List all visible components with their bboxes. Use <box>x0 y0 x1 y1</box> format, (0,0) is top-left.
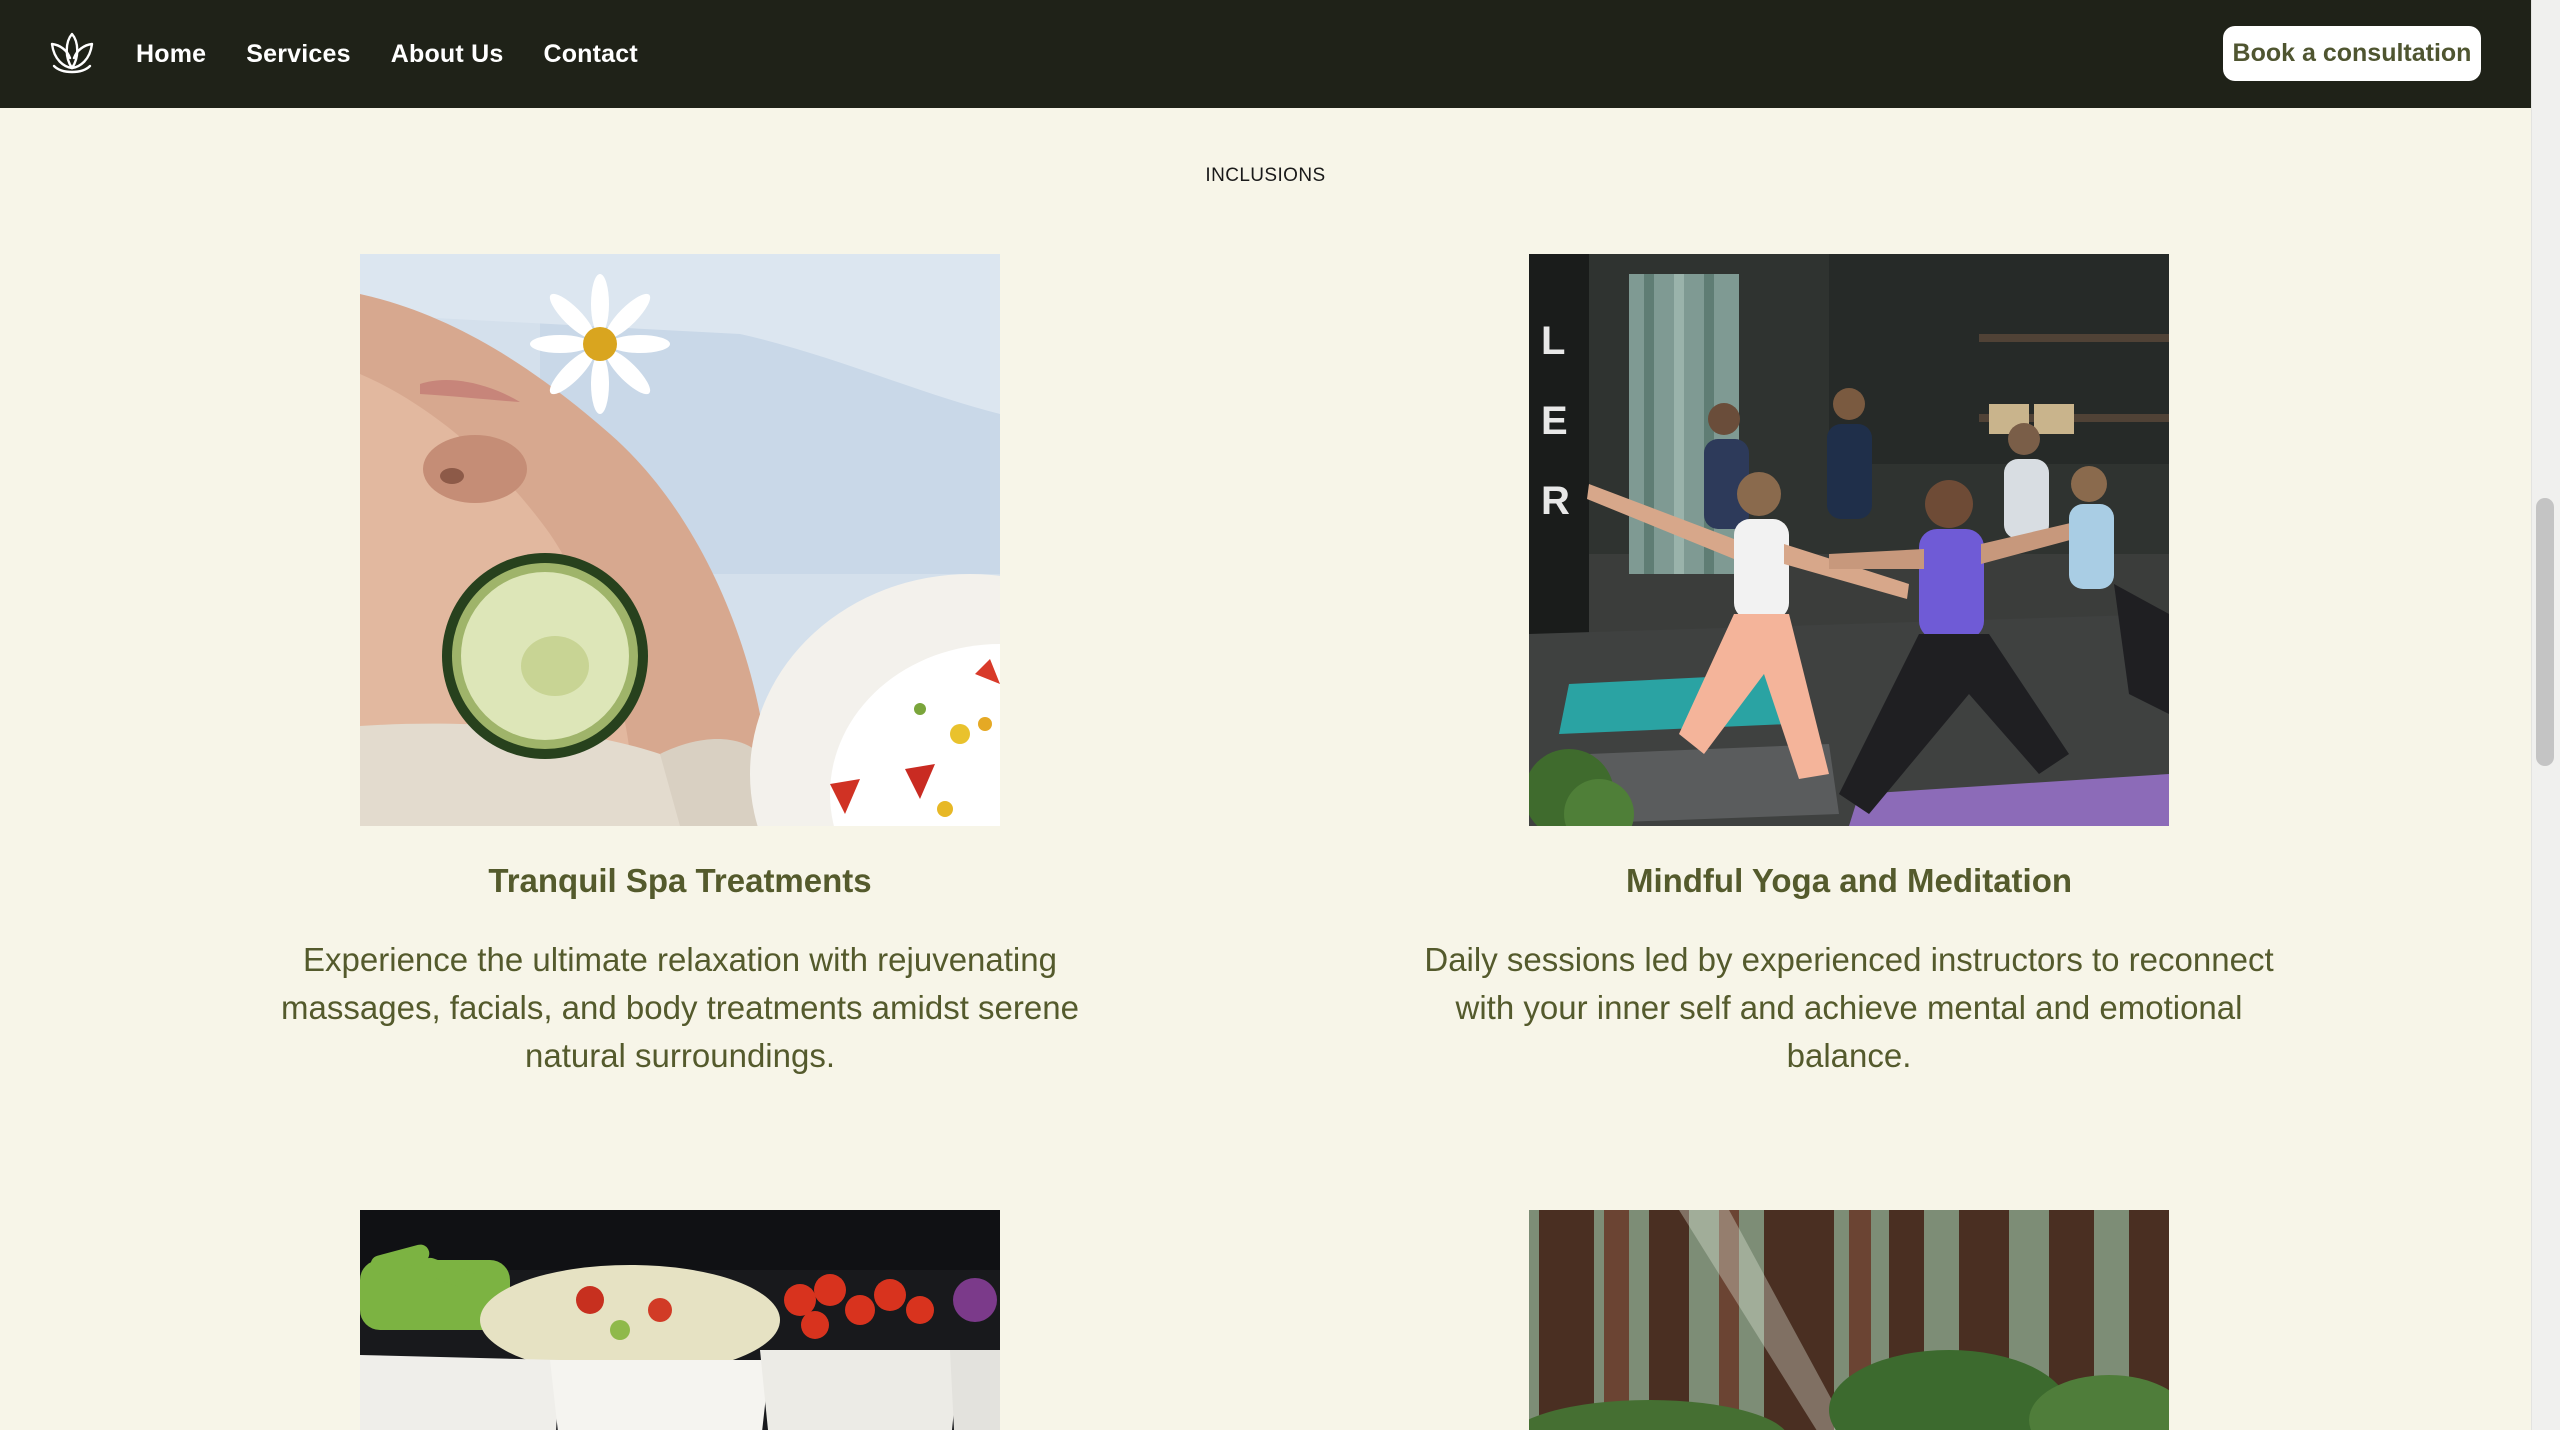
nav-home-link[interactable]: Home <box>136 40 206 69</box>
svg-text:R: R <box>1541 479 1570 523</box>
section-label: INCLUSIONS <box>1205 165 1326 186</box>
card-healthy-food <box>230 1210 1130 1430</box>
card-title: Tranquil Spa Treatments <box>488 862 872 899</box>
svg-text:E: E <box>1541 399 1568 443</box>
nav-contact-link[interactable]: Contact <box>543 40 637 69</box>
page: Home Services About Us Contact Book a co… <box>0 0 2560 1430</box>
card-title: Mindful Yoga and Meditation <box>1625 862 2073 899</box>
svg-text:L: L <box>1541 319 1565 363</box>
nav-about-link[interactable]: About Us <box>391 40 504 69</box>
main-nav: Home Services About Us Contact <box>136 0 638 108</box>
top-navbar: Home Services About Us Contact Book a co… <box>0 0 2531 108</box>
card-description: Daily sessions led by experienced instru… <box>1424 941 2274 1074</box>
lotus-icon[interactable] <box>46 28 98 80</box>
salad-bowls-photo <box>360 1210 1000 1430</box>
book-consultation-button[interactable]: Book a consultation <box>2223 26 2481 81</box>
spa-face-photo <box>360 254 1000 826</box>
card-description: Experience the ultimate relaxation with … <box>281 941 1079 1074</box>
redwood-forest-photo <box>1529 1210 2169 1430</box>
nav-services-link[interactable]: Services <box>246 40 350 69</box>
yoga-class-photo: L E R <box>1529 254 2169 826</box>
card-nature-walks <box>1399 1210 2299 1430</box>
scrollbar-thumb[interactable] <box>2536 498 2554 766</box>
card-yoga: L E R Mindful Yoga and Meditation Daily … <box>1399 254 2299 1080</box>
card-spa: Tranquil Spa Treatments Experience the u… <box>230 254 1130 1080</box>
